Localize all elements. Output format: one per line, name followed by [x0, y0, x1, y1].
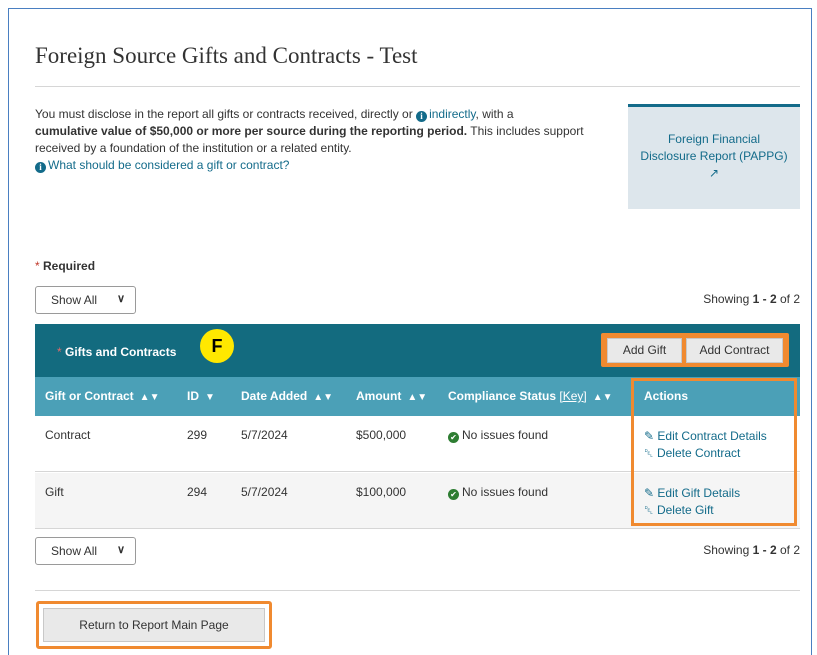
cell-type: Contract	[45, 428, 91, 442]
page-size-select-top[interactable]: Show All ∨	[35, 286, 136, 314]
required-star: *	[35, 259, 40, 273]
bottom-divider	[35, 590, 800, 591]
column-amount-label: Amount	[356, 389, 402, 403]
gift-definition-link[interactable]: What should be considered a gift or cont…	[48, 158, 289, 172]
sort-icon: ▲︎▼︎	[592, 392, 613, 403]
column-id-label: ID	[187, 389, 199, 403]
delete-gift-link[interactable]: ␡︎ Delete Gift	[644, 502, 740, 519]
check-circle-icon: ✔︎	[448, 489, 459, 500]
edit-icon: ✎︎	[644, 429, 655, 443]
column-header-type[interactable]: Gift or Contract ▲︎▼︎	[35, 377, 177, 416]
table-row: Contract 299 5/7/2024 $500,000 ✔︎ No issu…	[35, 416, 800, 472]
column-header-status[interactable]: Compliance Status [Key] ▲︎▼︎	[438, 377, 634, 416]
title-divider	[35, 86, 800, 87]
sort-icon: ▲︎▼︎	[407, 392, 428, 403]
status-text: No issues found	[462, 428, 549, 442]
intro-bold-text: cumulative value of $50,000 or more per …	[35, 124, 468, 138]
showing-range: 1 - 2	[752, 292, 777, 306]
cell-amount: $500,000	[356, 428, 407, 442]
return-to-main-button[interactable]: Return to Report Main Page	[43, 608, 265, 642]
edit-gift-link[interactable]: ✎︎ Edit Gift Details	[644, 485, 740, 502]
cell-amount: $100,000	[356, 485, 407, 499]
info-icon: i	[416, 111, 428, 122]
intro-line1-text: You must disclose in the report all gift…	[35, 107, 417, 121]
cell-date: 5/7/2024	[241, 485, 288, 499]
info-icon: i	[35, 162, 46, 173]
delete-label: Delete Gift	[656, 503, 714, 517]
intro-text: You must disclose in the report all gift…	[35, 106, 595, 174]
sort-icon: ▲︎▼︎	[313, 392, 334, 403]
cell-actions: ✎︎ Edit Contract Details ␡︎ Delete Contr…	[644, 428, 767, 462]
required-legend: * Required	[35, 259, 95, 273]
status-text: No issues found	[462, 485, 549, 499]
column-header-id[interactable]: ID ▼︎	[177, 377, 231, 416]
delete-label: Delete Contract	[656, 446, 741, 460]
column-status-label: Compliance Status	[448, 389, 557, 403]
showing-count-bottom: Showing 1 - 2 of 2	[703, 543, 800, 557]
intro-line1-tail: , with a	[475, 107, 514, 121]
column-date-label: Date Added	[241, 389, 308, 403]
column-actions-label: Actions	[644, 389, 689, 403]
showing-prefix: Showing	[703, 292, 753, 306]
cell-id: 299	[187, 428, 208, 442]
trash-icon: ␡︎	[644, 503, 654, 517]
annotation-badge: F	[200, 329, 234, 363]
table-title-label: Gifts and Contracts	[65, 345, 177, 359]
status-key-link[interactable]: [Key]	[559, 389, 586, 403]
edit-icon: ✎︎	[644, 486, 655, 500]
pappg-report-link[interactable]: Foreign Financial Disclosure Report (PAP…	[628, 104, 800, 209]
page-size-value: Show All	[51, 293, 98, 307]
edit-label: Edit Gift Details	[657, 486, 741, 500]
cell-date: 5/7/2024	[241, 428, 288, 442]
cell-actions: ✎︎ Edit Gift Details ␡︎ Delete Gift	[644, 485, 740, 519]
sort-icon: ▲︎▼︎	[139, 392, 160, 403]
cell-id: 294	[187, 485, 208, 499]
column-type-label: Gift or Contract	[45, 389, 134, 403]
table-title: * Gifts and Contracts	[57, 345, 176, 359]
external-link-icon: ↗︎	[708, 166, 720, 180]
showing-count-top: Showing 1 - 2 of 2	[703, 292, 800, 306]
required-star: *	[57, 345, 62, 359]
edit-contract-link[interactable]: ✎︎ Edit Contract Details	[644, 428, 767, 445]
required-label: Required	[43, 259, 96, 273]
chevron-down-icon: ∨	[116, 293, 125, 305]
trash-icon: ␡︎	[644, 446, 654, 460]
cell-type: Gift	[45, 485, 64, 499]
column-header-actions: Actions	[634, 377, 800, 416]
cell-status: ✔︎ No issues found	[448, 485, 548, 500]
check-circle-icon: ✔︎	[448, 432, 459, 443]
column-header-date[interactable]: Date Added ▲︎▼︎	[231, 377, 346, 416]
add-gift-button[interactable]: Add Gift	[607, 338, 682, 363]
showing-total: of 2	[776, 292, 800, 306]
indirectly-link[interactable]: indirectly	[429, 107, 475, 121]
column-header-amount[interactable]: Amount ▲︎▼︎	[346, 377, 438, 416]
pappg-link-label: Foreign Financial Disclosure Report (PAP…	[640, 132, 788, 163]
add-contract-button[interactable]: Add Contract	[686, 338, 783, 363]
delete-contract-link[interactable]: ␡︎ Delete Contract	[644, 445, 767, 462]
chevron-down-icon: ∨	[116, 544, 125, 556]
page-title: Foreign Source Gifts and Contracts - Tes…	[35, 43, 418, 68]
showing-range: 1 - 2	[752, 543, 777, 557]
cell-status: ✔︎ No issues found	[448, 428, 548, 443]
edit-label: Edit Contract Details	[657, 429, 767, 443]
sort-desc-icon: ▼︎	[205, 392, 215, 403]
page-size-value: Show All	[51, 544, 98, 558]
page-size-select-bottom[interactable]: Show All ∨	[35, 537, 136, 565]
showing-total: of 2	[776, 543, 800, 557]
table-row: Gift 294 5/7/2024 $100,000 ✔︎ No issues f…	[35, 473, 800, 529]
showing-prefix: Showing	[703, 543, 753, 557]
